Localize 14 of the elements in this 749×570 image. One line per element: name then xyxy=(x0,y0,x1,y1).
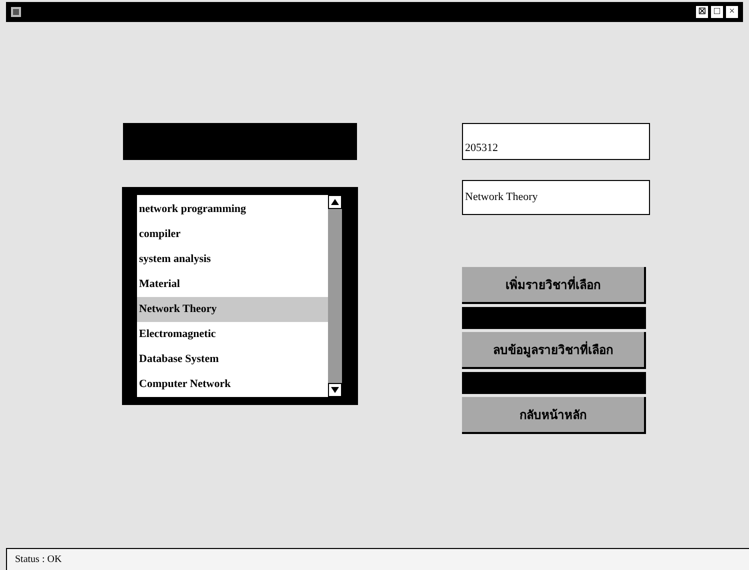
maximize-button[interactable]: □ xyxy=(710,5,724,19)
code-field[interactable]: 205312 xyxy=(462,123,650,160)
app-icon xyxy=(10,6,22,18)
scroll-down-icon[interactable] xyxy=(328,383,342,397)
close-button[interactable]: × xyxy=(725,5,739,19)
minimize-button[interactable]: ⊠ xyxy=(695,5,709,19)
action-button[interactable]: กลับหน้าหลัก xyxy=(462,397,646,434)
scroll-up-icon[interactable] xyxy=(328,195,342,209)
list-item[interactable]: Network Theory xyxy=(137,297,328,322)
status-bar: Status : OK xyxy=(6,548,749,570)
scrollbar[interactable] xyxy=(328,195,342,397)
name-field[interactable]: Network Theory xyxy=(462,180,650,215)
action-button[interactable]: เพิ่มรายวิชาที่เลือก xyxy=(462,267,646,304)
action-button[interactable]: ลบข้อมูลรายวิชาที่เลือก xyxy=(462,332,646,369)
